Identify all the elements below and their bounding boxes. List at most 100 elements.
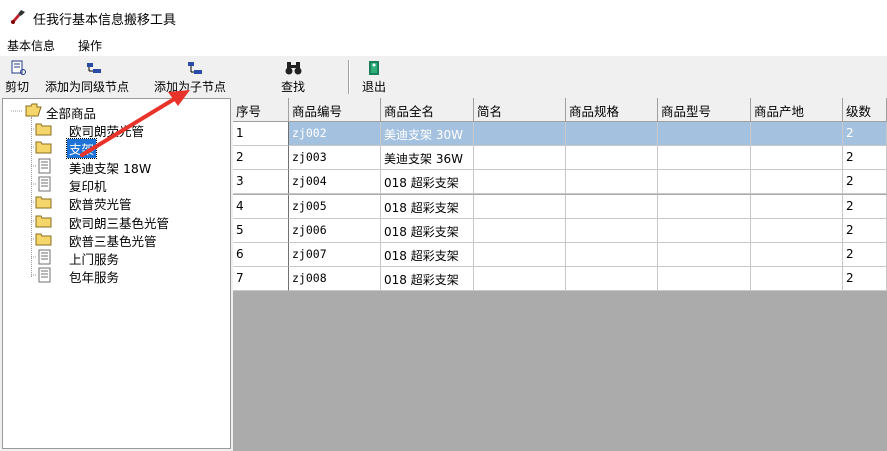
row-number-cell[interactable]: 5: [233, 218, 289, 243]
table-cell[interactable]: 018 超彩支架: [381, 170, 474, 195]
table-cell[interactable]: 018 超彩支架: [381, 243, 474, 267]
table-cell[interactable]: [566, 218, 658, 243]
table-cell[interactable]: 2: [843, 194, 887, 219]
column-header[interactable]: 商品规格: [566, 98, 658, 122]
tree-connector-icon: [11, 110, 23, 112]
column-header[interactable]: 级数: [843, 98, 887, 122]
toolbar-separator: [348, 60, 350, 94]
folder-icon: [31, 196, 52, 209]
column-header[interactable]: 商品型号: [658, 98, 751, 122]
table-cell[interactable]: 018 超彩支架: [381, 267, 474, 292]
folder-icon: [31, 215, 52, 227]
app-wrench-icon: [11, 10, 25, 24]
toolbar: 剪切 添加为同级节点 添加为子节点 查找 退出: [0, 56, 887, 98]
table-cell[interactable]: [751, 267, 843, 292]
tree-node-label: 支架: [65, 138, 98, 160]
table-cell[interactable]: 美迪支架 30W: [381, 122, 474, 146]
table-cell[interactable]: zj008: [289, 267, 381, 292]
menu-bar: 基本信息 操作: [0, 34, 887, 56]
row-number-cell[interactable]: 2: [233, 146, 289, 171]
table-cell[interactable]: [658, 194, 751, 219]
table-cell[interactable]: [474, 267, 566, 292]
menu-basic-info[interactable]: 基本信息: [7, 37, 55, 54]
column-header[interactable]: 商品产地: [751, 98, 843, 122]
add-child-button[interactable]: 添加为子节点: [154, 56, 238, 98]
row-number-cell[interactable]: 1: [233, 122, 289, 146]
table-cell[interactable]: [474, 243, 566, 267]
table-cell[interactable]: 018 超彩支架: [381, 218, 474, 243]
tree-node-label: 欧普三基色光管: [69, 233, 157, 249]
table-cell[interactable]: [566, 267, 658, 292]
tree-root-label: 全部商品: [46, 106, 97, 121]
table-cell[interactable]: [658, 218, 751, 243]
add-sibling-button[interactable]: 添加为同级节点: [45, 56, 145, 98]
table-cell[interactable]: 2: [843, 243, 887, 267]
table-cell[interactable]: [658, 170, 751, 195]
table-cell[interactable]: 2: [843, 146, 887, 171]
folder-icon: [31, 141, 52, 154]
table-cell[interactable]: [658, 122, 751, 146]
table-cell[interactable]: [751, 218, 843, 243]
table-cell[interactable]: zj005: [289, 194, 381, 219]
table-cell[interactable]: [566, 243, 658, 267]
column-header[interactable]: 商品编号: [289, 98, 381, 122]
title-bar: 任我行基本信息搬移工具: [0, 0, 887, 34]
add-child-label: 添加为子节点: [154, 80, 227, 94]
table-cell[interactable]: [751, 243, 843, 267]
table-cell[interactable]: 美迪支架 36W: [381, 146, 474, 171]
table-cell[interactable]: [566, 194, 658, 219]
folder-icon: [31, 123, 52, 136]
table-cell[interactable]: [474, 170, 566, 195]
exit-icon: [369, 61, 379, 75]
table-cell[interactable]: [751, 146, 843, 171]
table-cell[interactable]: 2: [843, 267, 887, 292]
cut-icon: [11, 60, 26, 75]
table-cell[interactable]: zj004: [289, 170, 381, 195]
table-cell[interactable]: [751, 170, 843, 195]
table-cell[interactable]: [658, 267, 751, 292]
window-title: 任我行基本信息搬移工具: [33, 13, 177, 28]
column-header[interactable]: 商品全名: [381, 98, 474, 122]
row-number-cell[interactable]: 3: [233, 170, 289, 195]
table-cell[interactable]: [566, 170, 658, 195]
table-cell[interactable]: [658, 146, 751, 171]
menu-operation[interactable]: 操作: [78, 37, 102, 54]
table-cell[interactable]: [474, 122, 566, 146]
row-number-cell[interactable]: 4: [233, 194, 289, 219]
exit-label: 退出: [362, 80, 387, 94]
table-cell[interactable]: [751, 194, 843, 219]
document-icon: [31, 176, 51, 192]
tree-node-label: 欧司朗三基色光管: [69, 215, 170, 231]
document-icon: [31, 158, 51, 174]
find-button[interactable]: 查找: [281, 56, 309, 98]
exit-button[interactable]: 退出: [360, 56, 392, 98]
category-tree[interactable]: 全部商品 欧司朗荧光管 支架 美迪支架 18W 复印机 欧普荧光管 欧司朗三基色光管 欧普三…: [2, 98, 231, 449]
folder-icon: [31, 233, 52, 246]
table-cell[interactable]: zj003: [289, 146, 381, 171]
tree-guide-line: [31, 117, 32, 277]
table-cell[interactable]: 2: [843, 122, 887, 146]
table-cell[interactable]: [751, 122, 843, 146]
table-cell[interactable]: [474, 194, 566, 219]
table-cell[interactable]: [566, 146, 658, 171]
table-cell[interactable]: zj007: [289, 243, 381, 267]
binoculars-icon: [285, 62, 302, 75]
row-number-cell[interactable]: 7: [233, 267, 289, 292]
table-cell[interactable]: 2: [843, 170, 887, 195]
cut-button[interactable]: 剪切: [5, 56, 35, 98]
table-cell[interactable]: 2: [843, 218, 887, 243]
table-cell[interactable]: 018 超彩支架: [381, 194, 474, 219]
find-label: 查找: [281, 80, 306, 94]
row-number-cell[interactable]: 6: [233, 243, 289, 267]
table-cell[interactable]: [474, 146, 566, 171]
table-cell[interactable]: zj002: [289, 122, 381, 146]
table-cell[interactable]: [566, 122, 658, 146]
tree-node-label: 复印机: [69, 178, 107, 194]
column-header[interactable]: 序号: [233, 98, 289, 122]
table-cell[interactable]: [474, 218, 566, 243]
table-cell[interactable]: [658, 243, 751, 267]
column-header[interactable]: 简名: [474, 98, 566, 122]
add-sibling-label: 添加为同级节点: [45, 80, 130, 94]
document-icon: [31, 249, 51, 265]
table-cell[interactable]: zj006: [289, 218, 381, 243]
